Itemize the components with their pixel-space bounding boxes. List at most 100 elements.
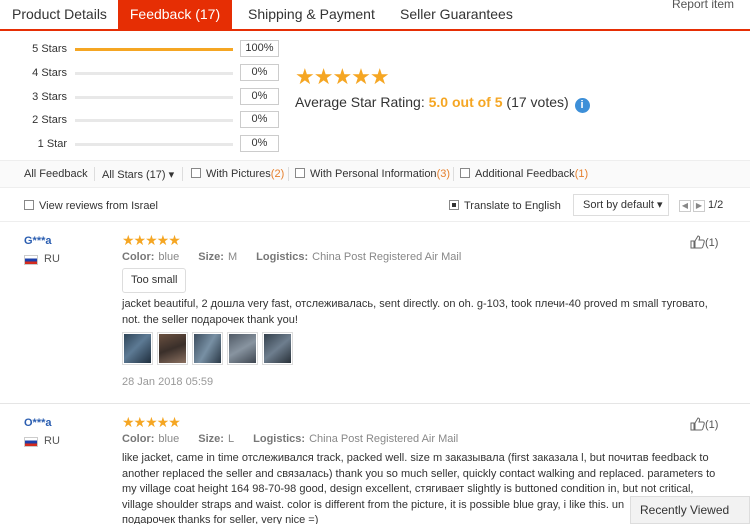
average-rating-votes: (17 votes) <box>506 94 569 110</box>
feedback-filter-bar: All Feedback All Stars (17) ▾ With Pictu… <box>0 160 750 188</box>
thumbs-up-icon <box>690 235 705 249</box>
helpful-count: (1) <box>705 419 719 431</box>
helpful-count: (1) <box>705 237 719 249</box>
average-stars-icon: ★★★★★ <box>295 64 390 89</box>
report-item-link[interactable]: Report item <box>672 0 734 11</box>
divider <box>288 167 289 181</box>
review-text: jacket beautiful, 2 дошла very fast, отс… <box>122 298 708 326</box>
helpful-button[interactable]: (1) <box>690 235 718 249</box>
logistics-label: Logistics: <box>253 433 306 445</box>
flag-icon <box>24 437 38 447</box>
additional-feedback-count: (1) <box>574 168 589 180</box>
histogram-label: 2 Stars <box>32 114 67 126</box>
color-label: Color: <box>122 251 155 263</box>
tab-product-details[interactable]: Product Details <box>12 0 107 29</box>
filter-additional-feedback[interactable]: Additional Feedback(1) <box>460 168 588 180</box>
tab-shipping-payment[interactable]: Shipping & Payment <box>248 0 375 29</box>
filter-all-stars-dropdown[interactable]: All Stars (17) ▾ <box>102 168 174 181</box>
histogram-percent: 0% <box>240 64 279 81</box>
additional-feedback-label: Additional Feedback <box>475 168 575 180</box>
personal-info-checkbox[interactable] <box>295 168 305 178</box>
size-value: M <box>227 251 238 263</box>
histogram-percent: 100% <box>240 40 279 57</box>
review-photos <box>122 332 297 370</box>
with-pictures-count: (2) <box>270 168 285 180</box>
reviewer-country: RU <box>44 435 60 447</box>
histogram-label: 3 Stars <box>32 91 67 103</box>
histogram-fill <box>75 48 233 51</box>
divider <box>453 167 454 181</box>
average-rating: Average Star Rating: 5.0 out of 5 (17 vo… <box>295 94 590 113</box>
histogram-label: 5 Stars <box>32 43 67 55</box>
review-photo[interactable] <box>157 332 188 365</box>
view-israel-option[interactable]: View reviews from Israel <box>24 200 158 212</box>
chevron-down-icon: ▾ <box>657 199 663 211</box>
filter-with-pictures[interactable]: With Pictures(2) <box>191 168 284 180</box>
filter-personal-info[interactable]: With Personal Information(3) <box>295 168 450 180</box>
helpful-button[interactable]: (1) <box>690 417 718 431</box>
review-item: G***a RU ★★★★★ Color: blue Size: M Logisti… <box>0 232 750 400</box>
page-indicator: 1/2 <box>708 199 724 211</box>
logistics-value: China Post Registered Air Mail <box>312 251 462 263</box>
average-rating-label: Average Star Rating: <box>295 94 425 110</box>
feedback-options-bar: View reviews from Israel Translate to En… <box>0 194 750 222</box>
sort-label: Sort by default <box>583 199 654 211</box>
review-photo[interactable] <box>192 332 223 365</box>
reviewer-name: G***a <box>24 235 52 247</box>
filter-all-stars-label: All Stars (17) <box>102 169 166 181</box>
prev-page-button[interactable]: ◀ <box>679 200 691 212</box>
review-divider <box>0 403 750 404</box>
personal-info-label: With Personal Information <box>310 168 437 180</box>
review-photo[interactable] <box>262 332 293 365</box>
sort-dropdown[interactable]: Sort by default ▾ <box>573 194 669 216</box>
logistics-label: Logistics: <box>256 251 309 263</box>
size-value: L <box>227 433 235 445</box>
review-photo[interactable] <box>122 332 153 365</box>
average-rating-score: 5.0 out of 5 <box>428 94 503 110</box>
color-label: Color: <box>122 433 155 445</box>
review-photo[interactable] <box>227 332 258 365</box>
histogram-bar <box>75 119 233 122</box>
review-stars-icon: ★★★★★ <box>122 232 181 248</box>
review-meta: Color: blue Size: M Logistics: China Post R… <box>122 251 461 263</box>
reviewer-country: RU <box>44 253 60 265</box>
info-icon[interactable]: i <box>574 98 590 113</box>
fit-tag: Too small <box>122 268 187 293</box>
tab-seller-guarantees[interactable]: Seller Guarantees <box>400 0 513 29</box>
translate-option[interactable]: Translate to English <box>449 200 561 212</box>
flag-icon <box>24 255 38 265</box>
histogram-bar <box>75 143 233 146</box>
reviewer-name: O***a <box>24 417 52 429</box>
filter-all-feedback[interactable]: All Feedback <box>24 168 88 180</box>
personal-info-count: (3) <box>436 168 451 180</box>
histogram-bar <box>75 72 233 75</box>
color-value: blue <box>158 251 180 263</box>
divider <box>182 167 183 181</box>
review-meta: Color: blue Size: L Logistics: China Post R… <box>122 433 458 445</box>
histogram-label: 1 Star <box>37 138 67 150</box>
tab-bar: Product Details Feedback (17) Shipping &… <box>0 0 750 31</box>
additional-feedback-checkbox[interactable] <box>460 168 470 178</box>
translate-checkbox[interactable] <box>449 200 459 210</box>
histogram-percent: 0% <box>240 111 279 128</box>
size-label: Size: <box>198 433 224 445</box>
tab-feedback[interactable]: Feedback (17) <box>118 0 232 29</box>
with-pictures-checkbox[interactable] <box>191 168 201 178</box>
view-israel-checkbox[interactable] <box>24 200 34 210</box>
divider <box>94 167 95 181</box>
size-label: Size: <box>198 251 224 263</box>
next-page-button[interactable]: ▶ <box>693 200 705 212</box>
recently-viewed-button[interactable]: Recently Viewed <box>630 496 750 524</box>
histogram-bar <box>75 48 233 51</box>
thumbs-up-icon <box>690 417 705 431</box>
translate-label: Translate to English <box>464 200 561 212</box>
color-value: blue <box>158 433 180 445</box>
histogram-bar <box>75 96 233 99</box>
with-pictures-label: With Pictures <box>206 168 271 180</box>
histogram-percent: 0% <box>240 88 279 105</box>
histogram-percent: 0% <box>240 135 279 152</box>
review-stars-icon: ★★★★★ <box>122 414 181 430</box>
logistics-value: China Post Registered Air Mail <box>309 433 459 445</box>
view-israel-label: View reviews from Israel <box>39 200 158 212</box>
chevron-down-icon: ▾ <box>168 169 175 181</box>
